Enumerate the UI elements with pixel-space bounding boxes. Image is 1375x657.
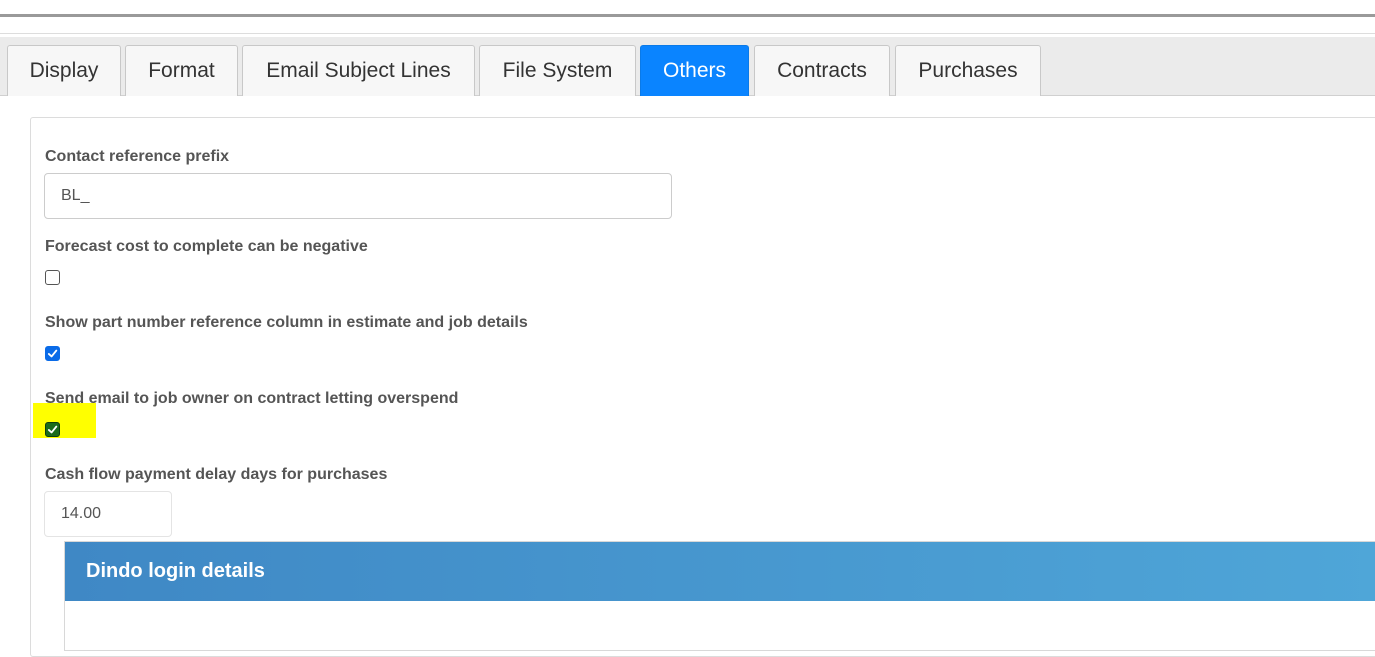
- tab-file-system[interactable]: File System: [479, 45, 636, 96]
- dindo-login-title: Dindo login details: [86, 560, 265, 582]
- tab-others[interactable]: Others: [640, 45, 749, 96]
- dindo-login-header: Dindo login details: [65, 542, 1375, 601]
- forecast-negative-label: Forecast cost to complete can be negativ…: [45, 238, 368, 255]
- send-email-overspend-checkbox[interactable]: [45, 422, 60, 437]
- checkmark-icon: [47, 349, 58, 358]
- checkmark-icon: [47, 425, 58, 434]
- dindo-login-panel: Dindo login details: [64, 541, 1375, 651]
- top-divider-thin: [0, 33, 1375, 34]
- settings-tab-bar: Display Format Email Subject Lines File …: [0, 37, 1375, 96]
- contact-reference-prefix-label: Contact reference prefix: [45, 148, 230, 165]
- send-email-overspend-label: Send email to job owner on contract lett…: [45, 390, 459, 407]
- tab-purchases[interactable]: Purchases: [895, 45, 1041, 96]
- show-part-number-checkbox[interactable]: [45, 346, 60, 361]
- cash-flow-delay-label: Cash flow payment delay days for purchas…: [45, 466, 388, 483]
- show-part-number-label: Show part number reference column in est…: [45, 314, 528, 331]
- cash-flow-delay-input[interactable]: [44, 491, 172, 537]
- tab-format[interactable]: Format: [125, 45, 238, 96]
- tab-email-subject-lines[interactable]: Email Subject Lines: [242, 45, 475, 96]
- top-divider: [0, 14, 1375, 17]
- tab-contracts[interactable]: Contracts: [754, 45, 890, 96]
- contact-reference-prefix-input[interactable]: [44, 173, 672, 219]
- tab-display[interactable]: Display: [7, 45, 121, 96]
- forecast-negative-checkbox[interactable]: [45, 270, 60, 285]
- highlight-marker: [33, 403, 96, 438]
